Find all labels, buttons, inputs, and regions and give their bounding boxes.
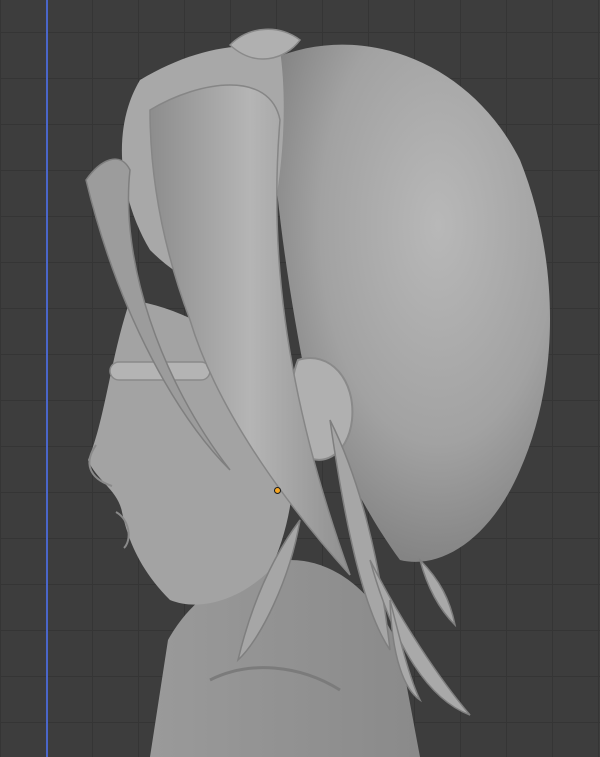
- hair-strand-lower-4: [418, 557, 457, 628]
- object-origin-point[interactable]: [274, 487, 281, 494]
- sculpted-head-model[interactable]: [0, 0, 600, 757]
- 3d-viewport[interactable]: [0, 0, 600, 757]
